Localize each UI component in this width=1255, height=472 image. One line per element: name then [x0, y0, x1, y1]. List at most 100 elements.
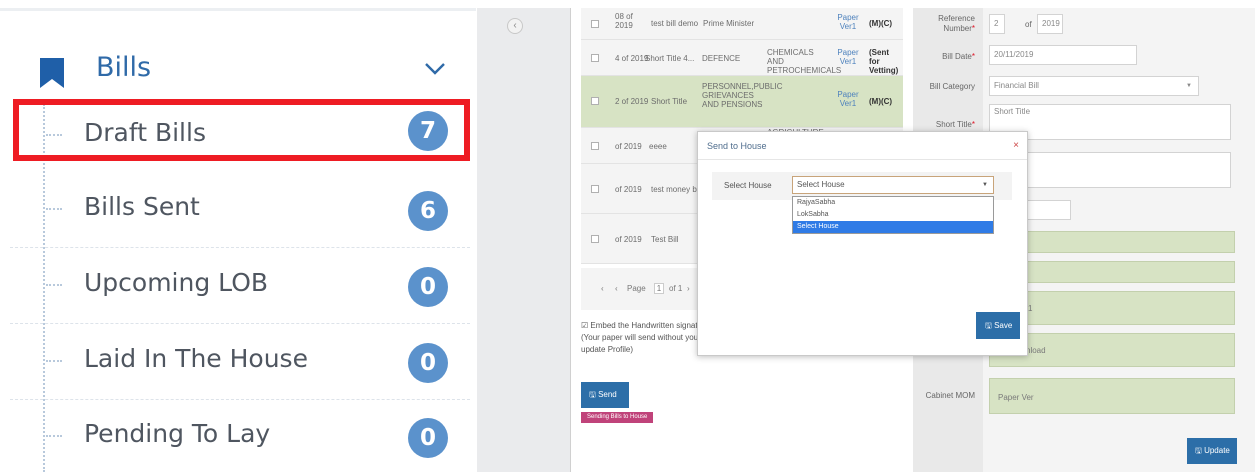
reference-of-text: of: [1025, 20, 1032, 29]
select-house-value: Select House: [797, 180, 845, 189]
tree-dash: [46, 284, 62, 286]
count-badge: 0: [408, 343, 448, 383]
bill-status: (Sent for Vetting): [869, 48, 899, 75]
dropdown-arrow-icon: ▼: [1186, 83, 1192, 89]
tree-dash: [46, 360, 62, 362]
paper-link[interactable]: Paper Ver1: [835, 90, 861, 108]
close-icon[interactable]: ×: [1013, 140, 1019, 151]
sidebar-item-laid-in-the-house[interactable]: Laid In The House 0: [0, 324, 476, 400]
embed-checkbox-icon[interactable]: ☑: [581, 321, 588, 330]
gutter-divider: [570, 8, 571, 472]
bill-number: of 2019: [615, 235, 642, 244]
row-checkbox[interactable]: [591, 235, 599, 243]
tree-dash: [46, 208, 62, 210]
count-badge: 7: [408, 111, 448, 151]
house-option-rajyasabha[interactable]: RajyaSabha: [793, 197, 993, 209]
cabinet-mom-label: Cabinet MOM: [925, 391, 975, 400]
sidebar-item-draft-bills[interactable]: Draft Bills 7: [13, 99, 470, 161]
bills-menu-header[interactable]: Bills: [0, 16, 476, 96]
send-label: Send: [598, 390, 617, 399]
row-checkbox[interactable]: [591, 142, 599, 150]
bill-number: 4 of 2019: [615, 54, 649, 63]
bill-date-input[interactable]: 20/11/2019: [989, 45, 1137, 65]
paper-link[interactable]: Paper Ver1: [835, 13, 861, 31]
tree-dash: [46, 134, 62, 136]
sidebar-item-pending-to-lay[interactable]: Pending To Lay 0: [0, 399, 476, 472]
sidebar-item-bills-sent[interactable]: Bills Sent 6: [0, 172, 476, 248]
sidebar-item-label: Pending To Lay: [84, 419, 271, 448]
bill-department: CHEMICALS AND PETROCHEMICALS: [767, 48, 842, 75]
next-page-icon[interactable]: ›: [687, 284, 690, 293]
chevron-down-icon[interactable]: [424, 62, 446, 76]
count-badge: 6: [408, 191, 448, 231]
select-house-dropdown[interactable]: Select House ▼: [792, 176, 994, 194]
bill-title: Short Title 4...: [645, 54, 695, 63]
bill-title: Short Title: [651, 97, 688, 106]
row-checkbox[interactable]: [591, 185, 599, 193]
bill-category-label: Bill Category: [929, 82, 975, 91]
house-option-select-house[interactable]: Select House: [793, 221, 993, 233]
green-field-text: 1: [1028, 304, 1033, 313]
save-disk-icon: 🖫: [1195, 446, 1202, 455]
house-options-list: RajyaSabha LokSabha Select House: [792, 196, 994, 234]
bill-ministry: DEFENCE: [702, 54, 741, 63]
bill-number: 2 of 2019: [615, 97, 649, 106]
bill-category-value: Financial Bill: [994, 81, 1039, 90]
house-option-loksabha[interactable]: LokSabha: [793, 209, 993, 221]
cabinet-mom-value: Paper Ver: [998, 393, 1034, 402]
row-checkbox-checked[interactable]: [591, 97, 599, 105]
sidebar-item-label: Bills Sent: [84, 192, 200, 221]
count-badge: 0: [408, 267, 448, 307]
send-tooltip-tag: Sending Bills to House: [581, 412, 654, 423]
reference-year-input[interactable]: 2019: [1037, 14, 1063, 34]
short-title-label: Short Title*: [935, 120, 975, 129]
bill-number: of 2019: [615, 185, 642, 194]
save-button[interactable]: 🖫 Save: [976, 312, 1020, 339]
count-badge: 0: [408, 418, 448, 458]
bill-number: 08 of 2019: [615, 12, 633, 30]
bookmark-icon: [40, 58, 64, 88]
tree-dash: [46, 435, 62, 437]
bill-title: eeee: [649, 142, 667, 151]
sidebar-panel: Bills Draft Bills 7 Bills Sent 6 Upcomin…: [0, 0, 476, 472]
bill-status: (M)(C): [869, 19, 893, 28]
collapse-toggle-icon[interactable]: ‹: [507, 18, 523, 34]
table-row[interactable]: 08 of 2019 test bill demo Prime Minister…: [581, 8, 903, 40]
bill-title: test money bill: [651, 185, 703, 194]
row-checkbox[interactable]: [591, 20, 599, 28]
download-link-text: nload: [1026, 346, 1046, 355]
sidebar-item-label: Draft Bills: [84, 118, 206, 147]
save-disk-icon: 🖫: [589, 390, 596, 399]
table-row-selected[interactable]: 2 of 2019 Short Title PERSONNEL,PUBLIC G…: [581, 76, 903, 128]
send-button[interactable]: 🖫 Send: [581, 382, 629, 408]
modal-header: Send to House ×: [698, 132, 1027, 160]
update-label: Update: [1204, 446, 1230, 455]
sidebar-item-label: Upcoming LOB: [84, 268, 269, 297]
page-suffix: of 1: [669, 284, 683, 293]
bill-date-label: Bill Date*: [942, 52, 975, 61]
collapsed-sidebar: ‹: [477, 8, 570, 472]
embed-label: Embed the Handwritten signature i: [590, 321, 714, 330]
first-page-icon[interactable]: ‹: [601, 284, 604, 293]
sidebar-item-upcoming-lob[interactable]: Upcoming LOB 0: [0, 248, 476, 324]
reference-number-input[interactable]: 2: [989, 14, 1005, 34]
top-divider: [0, 8, 476, 11]
save-label: Save: [994, 321, 1013, 330]
prev-page-icon[interactable]: ‹: [615, 284, 618, 293]
save-disk-icon: 🖫: [985, 321, 992, 330]
bill-status: (M)(C): [869, 97, 893, 106]
bills-menu-title: Bills: [96, 52, 152, 83]
update-button[interactable]: 🖫 Update: [1187, 438, 1237, 464]
bill-ministry: Prime Minister: [703, 19, 755, 28]
row-checkbox[interactable]: [591, 54, 599, 62]
bill-ministry: PERSONNEL,PUBLIC GRIEVANCES AND PENSIONS: [702, 82, 783, 109]
paper-link[interactable]: Paper Ver1: [835, 48, 861, 66]
cabinet-mom-field[interactable]: Paper Ver: [989, 378, 1235, 414]
page-prefix: Page: [627, 284, 646, 293]
page-input[interactable]: 1: [654, 283, 664, 294]
bill-management-window: ‹ 08 of 2019 test bill demo Prime Minist…: [477, 0, 1255, 472]
bill-category-select[interactable]: Financial Bill ▼: [989, 76, 1199, 96]
sidebar-item-label: Laid In The House: [84, 344, 308, 373]
modal-title: Send to House: [707, 141, 767, 151]
table-row[interactable]: 4 of 2019 Short Title 4... DEFENCE CHEMI…: [581, 40, 903, 76]
